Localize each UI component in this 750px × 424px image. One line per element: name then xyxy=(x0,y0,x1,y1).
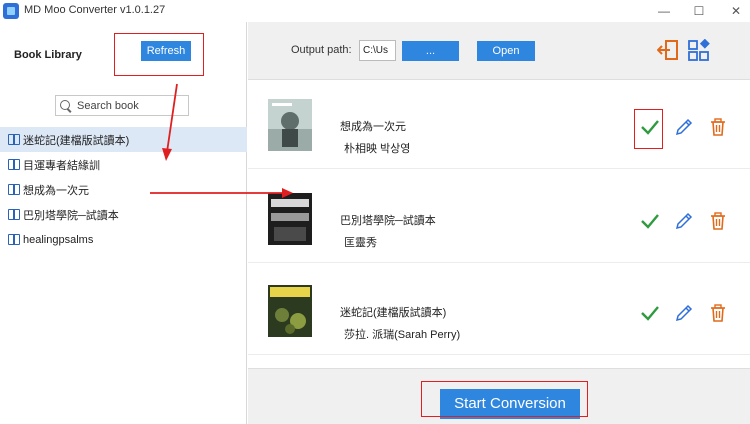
start-conversion-button[interactable]: Start Conversion xyxy=(440,389,580,419)
book-library-sidebar: Book Library Refresh 迷蛇記(建檔版試讀本) 目運專者結緣訓… xyxy=(0,22,247,424)
book-icon xyxy=(8,184,20,195)
check-icon[interactable] xyxy=(640,118,660,136)
output-path-label: Output path: xyxy=(291,44,352,56)
delete-trash-icon[interactable] xyxy=(710,304,726,322)
book-title: 想成為一次元 xyxy=(340,121,406,133)
minimize-button[interactable]: — xyxy=(654,2,674,20)
check-icon[interactable] xyxy=(640,304,660,322)
book-row: 想成為一次元 朴相映 박상영 xyxy=(248,81,750,169)
close-button[interactable]: ✕ xyxy=(726,2,746,20)
book-list-item-label: healingpsalms xyxy=(23,233,94,246)
book-title: 巴別塔學院─試讀本 xyxy=(340,215,436,227)
maximize-button[interactable]: ☐ xyxy=(689,2,709,20)
browse-button[interactable]: ... xyxy=(402,41,459,61)
window-title: MD Moo Converter v1.0.1.27 xyxy=(24,4,166,16)
book-author: 朴相映 박상영 xyxy=(344,143,411,155)
book-cover-image xyxy=(268,99,312,151)
book-list: 迷蛇記(建檔版試讀本) 目運專者結緣訓 想成為一次元 巴別塔學院─試讀本 hea… xyxy=(0,127,247,252)
output-toolbar: Output path: C:\Us ... Open xyxy=(248,22,750,80)
book-list-item[interactable]: 迷蛇記(建檔版試讀本) xyxy=(0,127,247,152)
book-cover-image xyxy=(268,193,312,245)
book-list-item-label: 想成為一次元 xyxy=(23,184,89,197)
search-icon xyxy=(60,99,72,112)
book-row: 迷蛇記(建檔版試讀本) 莎拉. 派瑞(Sarah Perry) xyxy=(248,267,750,355)
search-box[interactable] xyxy=(55,95,189,116)
open-button[interactable]: Open xyxy=(477,41,535,61)
title-bar: MD Moo Converter v1.0.1.27 — ☐ ✕ xyxy=(0,0,750,22)
conversion-footer: Start Conversion xyxy=(248,368,750,424)
app-logo-icon xyxy=(3,3,19,19)
book-list-item-label: 巴別塔學院─試讀本 xyxy=(23,209,119,222)
edit-pencil-icon[interactable] xyxy=(675,212,693,230)
delete-trash-icon[interactable] xyxy=(710,118,726,136)
book-title: 迷蛇記(建檔版試讀本) xyxy=(340,307,447,319)
book-list-item[interactable]: healingpsalms xyxy=(0,227,247,252)
apps-grid-icon[interactable] xyxy=(688,39,710,61)
book-icon xyxy=(8,159,20,170)
book-author: 莎拉. 派瑞(Sarah Perry) xyxy=(344,329,461,341)
output-path-input[interactable]: C:\Us xyxy=(359,40,396,61)
book-cover-image xyxy=(268,285,312,337)
edit-pencil-icon[interactable] xyxy=(675,118,693,136)
exit-icon[interactable] xyxy=(657,39,679,61)
book-icon xyxy=(8,209,20,220)
book-list-item[interactable]: 巴別塔學院─試讀本 xyxy=(0,202,247,227)
delete-trash-icon[interactable] xyxy=(710,212,726,230)
book-row: 巴別塔學院─試讀本 匡靈秀 xyxy=(248,175,750,263)
check-icon[interactable] xyxy=(640,212,660,230)
book-icon xyxy=(8,234,20,245)
book-list-item-label: 目運專者結緣訓 xyxy=(23,159,100,172)
edit-pencil-icon[interactable] xyxy=(675,304,693,322)
book-list-item[interactable]: 想成為一次元 xyxy=(0,177,247,202)
book-list-item-label: 迷蛇記(建檔版試讀本) xyxy=(23,134,130,147)
library-title: Book Library xyxy=(14,49,82,61)
refresh-button[interactable]: Refresh xyxy=(141,41,191,61)
book-conversion-list: 想成為一次元 朴相映 박상영 巴別塔學院─試讀本 匡靈秀 迷蛇記(建檔版試讀本)… xyxy=(248,81,750,366)
search-input[interactable] xyxy=(77,99,187,112)
book-icon xyxy=(8,134,20,145)
book-list-item[interactable]: 目運專者結緣訓 xyxy=(0,152,247,177)
book-author: 匡靈秀 xyxy=(344,237,377,249)
